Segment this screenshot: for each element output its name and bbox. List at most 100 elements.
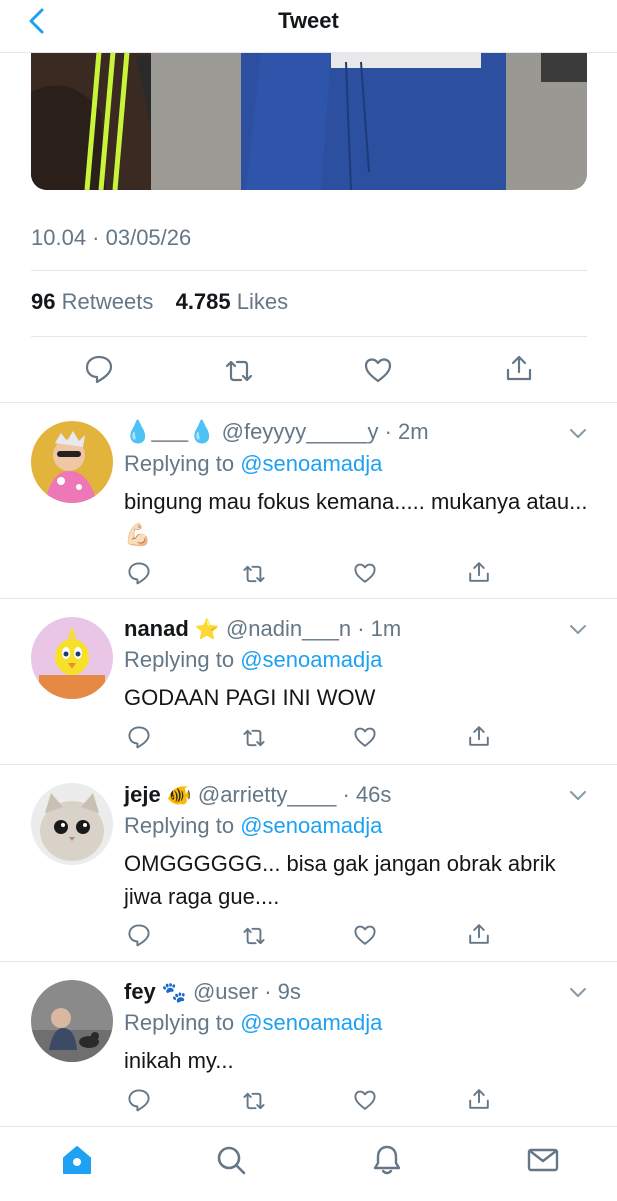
reply-button[interactable] [127,561,151,585]
reply-text: bingung mau fokus kemana..... mukanya at… [124,489,588,547]
top-navigation-bar: Tweet [0,0,617,53]
more-options-button[interactable] [569,789,587,801]
reply-time: · 2m [384,419,429,444]
replying-to-label: Replying to [124,1010,235,1035]
search-icon [217,1146,246,1175]
reply-tweet[interactable]: nanad ⭐ @nadin___n · 1m Replying to @sen… [0,598,617,765]
reply-time: · 46s [342,782,392,807]
retweet-button[interactable] [242,924,266,948]
reply-text: OMGGGGGG... bisa gak jangan obrak abrik … [124,851,556,909]
more-options-button[interactable] [569,986,587,998]
share-icon [469,1089,489,1109]
reply-button[interactable] [127,1088,151,1112]
reply-tweet[interactable]: fey 🐾 @user · 9s Replying to @senoamadja… [0,961,617,1127]
reply-icon [128,1089,150,1112]
name-badge-emoji: 🐠 [166,785,192,807]
replying-to-label: Replying to [124,813,235,838]
share-icon [506,355,532,381]
avatar[interactable] [31,617,113,699]
retweets-stat[interactable]: 96 Retweets [31,289,159,314]
reply-tweet[interactable]: jeje 🐠 @arrietty____ · 46s Replying to @… [0,764,617,962]
share-button[interactable] [467,922,491,946]
user-handle[interactable]: @feyyyy_____y [222,419,379,444]
name-badge-emoji: ⭐ [194,619,220,641]
share-button[interactable] [467,724,491,748]
display-name[interactable]: jeje [124,782,161,807]
tab-messages[interactable] [526,1143,560,1177]
likes-count: 4.785 [175,289,231,314]
display-name[interactable]: nanad [124,616,189,641]
reply-time: · 9s [264,979,301,1004]
avatar[interactable] [31,783,113,865]
like-button[interactable] [353,561,377,585]
bottom-tab-bar [0,1126,617,1201]
mention-link[interactable]: @senoamadja [240,1010,382,1035]
more-options-button[interactable] [569,623,587,635]
retweet-icon [243,729,265,747]
user-handle[interactable]: @user [193,979,258,1004]
retweet-button[interactable] [242,562,266,586]
tweet-timestamp: 10.04 · 03/05/26 [31,225,192,250]
reply-header: jeje 🐠 @arrietty____ · 46s [124,782,391,808]
notifications-icon [373,1145,401,1175]
avatar-image [31,783,113,865]
reply-button[interactable] [84,354,114,384]
avatar[interactable] [31,421,113,503]
avatar-image [31,421,113,503]
share-button[interactable] [467,1087,491,1111]
display-name[interactable]: 💧___💧 [124,419,216,444]
replying-to: Replying to @senoamadja [124,1010,382,1036]
user-handle[interactable]: @arrietty____ [198,782,337,807]
like-button[interactable] [353,725,377,749]
messages-icon [527,1148,559,1172]
avatar[interactable] [31,980,113,1062]
reply-icon [128,562,150,585]
likes-stat[interactable]: 4.785 Likes [176,289,289,314]
like-button[interactable] [353,923,377,947]
tab-home[interactable] [60,1143,94,1177]
avatar-image [31,980,113,1062]
retweet-button[interactable] [242,726,266,750]
like-button[interactable] [353,1088,377,1112]
reply-header: 💧___💧 @feyyyy_____y · 2m [124,419,429,445]
mention-link[interactable]: @senoamadja [240,813,382,838]
mention-link[interactable]: @senoamadja [240,647,382,672]
retweet-icon [243,927,265,945]
likes-label: Likes [236,289,289,314]
reply-icon [128,924,150,947]
like-icon [354,727,376,747]
tab-search[interactable] [214,1143,248,1177]
home-icon [63,1146,91,1174]
user-handle[interactable]: @nadin___n [226,616,351,641]
retweet-button[interactable] [242,1089,266,1113]
replying-to: Replying to @senoamadja [124,813,382,839]
page-title: Tweet [278,8,339,33]
retweet-button[interactable] [224,356,254,386]
name-badge-emoji: 🐾 [161,982,187,1004]
reply-button[interactable] [127,725,151,749]
like-icon [354,563,376,583]
like-icon [364,358,392,383]
tweet-media-image[interactable] [31,52,587,190]
reply-tweet[interactable]: 💧___💧 @feyyyy_____y · 2m Replying to @se… [0,402,617,599]
share-button[interactable] [467,560,491,584]
reply-text: GODAAN PAGI INI WOW [124,685,376,710]
more-options-button[interactable] [569,427,587,439]
reply-time: · 1m [357,616,402,641]
share-icon [469,726,489,746]
reply-header: nanad ⭐ @nadin___n · 1m [124,616,401,642]
like-button[interactable] [363,355,393,385]
reply-icon [85,355,113,384]
chevron-down-icon [570,625,586,634]
tweet-photo [31,52,587,190]
mention-link[interactable]: @senoamadja [240,451,382,476]
reply-button[interactable] [127,923,151,947]
share-icon [469,924,489,944]
share-button[interactable] [504,353,534,383]
retweets-label: Retweets [61,289,154,314]
divider [31,336,587,337]
display-name[interactable]: fey [124,979,156,1004]
tab-notifications[interactable] [370,1143,404,1177]
share-icon [469,562,489,582]
replying-to-label: Replying to [124,451,235,476]
